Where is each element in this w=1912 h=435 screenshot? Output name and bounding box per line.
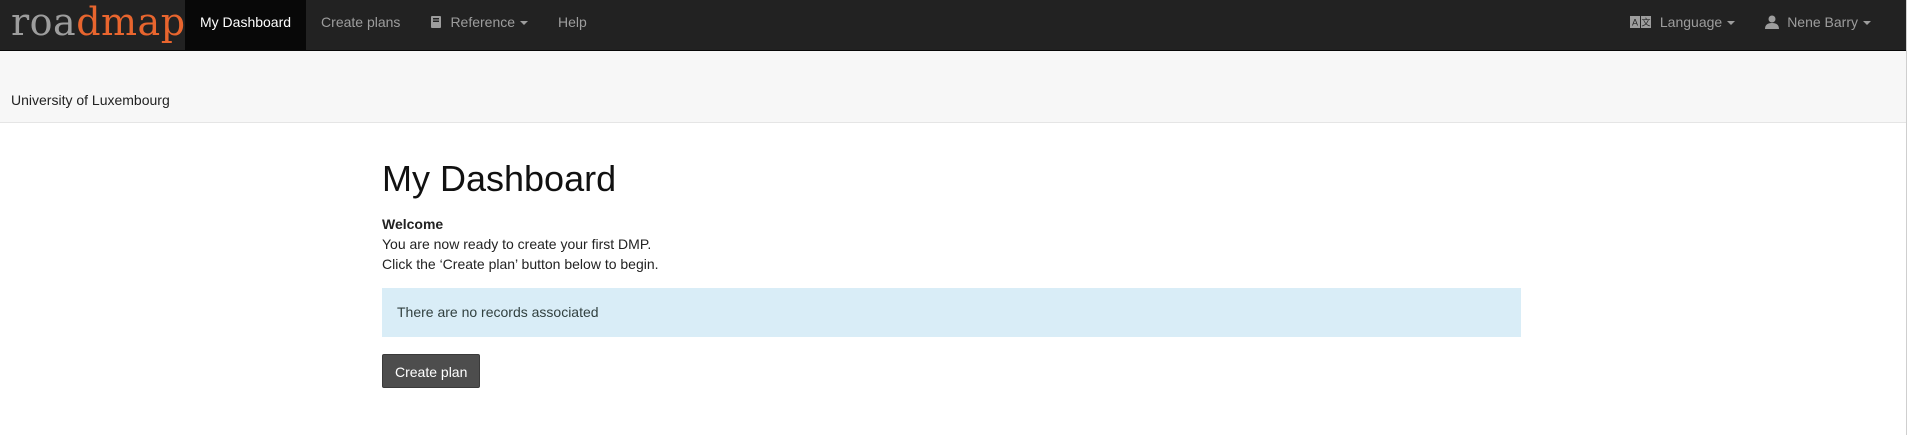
language-dropdown[interactable]: A 文 Language: [1615, 0, 1750, 50]
organisation-name: University of Luxembourg: [11, 92, 170, 108]
main-nav: My Dashboard Create plans Reference Help: [185, 0, 602, 50]
user-nav: A 文 Language Nene Barry: [1615, 0, 1886, 50]
language-label: Language: [1659, 14, 1723, 30]
no-records-alert: There are no records associated: [382, 288, 1521, 337]
welcome-title: Welcome: [382, 216, 444, 232]
chevron-down-icon: [1863, 21, 1871, 25]
chevron-down-icon: [1727, 21, 1736, 25]
svg-text:文: 文: [1641, 17, 1650, 28]
nav-my-dashboard-label: My Dashboard: [200, 14, 292, 30]
nav-help-label: Help: [558, 14, 587, 30]
nav-create-plans[interactable]: Create plans: [306, 0, 415, 50]
top-navbar: roadmap My Dashboard Create plans Refere…: [0, 0, 1906, 51]
nav-reference-label: Reference: [450, 14, 516, 30]
logo-text-orange: dmap: [76, 0, 186, 44]
page-title: My Dashboard: [382, 158, 617, 199]
main-content: My Dashboard Welcome You are now ready t…: [382, 150, 1522, 388]
nav-help[interactable]: Help: [543, 0, 602, 50]
svg-text:A: A: [1632, 18, 1638, 28]
user-menu-dropdown[interactable]: Nene Barry: [1750, 0, 1886, 50]
welcome-message: Welcome You are now ready to create your…: [382, 214, 1522, 274]
nav-my-dashboard[interactable]: My Dashboard: [185, 0, 307, 50]
organisation-banner: University of Luxembourg: [0, 51, 1906, 123]
page: roadmap My Dashboard Create plans Refere…: [0, 0, 1907, 435]
chevron-down-icon: [520, 21, 529, 25]
create-plan-button[interactable]: Create plan: [382, 354, 481, 388]
welcome-line-2: Click the ‘Create plan’ button below to …: [382, 256, 659, 272]
welcome-line-1: You are now ready to create your first D…: [382, 236, 652, 252]
nav-create-plans-label: Create plans: [321, 14, 401, 30]
logo-text-grey: roa: [11, 0, 77, 44]
nav-reference-dropdown[interactable]: Reference: [415, 0, 543, 50]
language-icon: A 文: [1629, 0, 1652, 44]
book-icon: [430, 0, 442, 44]
user-icon: [1765, 0, 1780, 44]
roadmap-logo[interactable]: roadmap: [11, 0, 186, 50]
user-name-label: Nene Barry: [1787, 14, 1858, 30]
